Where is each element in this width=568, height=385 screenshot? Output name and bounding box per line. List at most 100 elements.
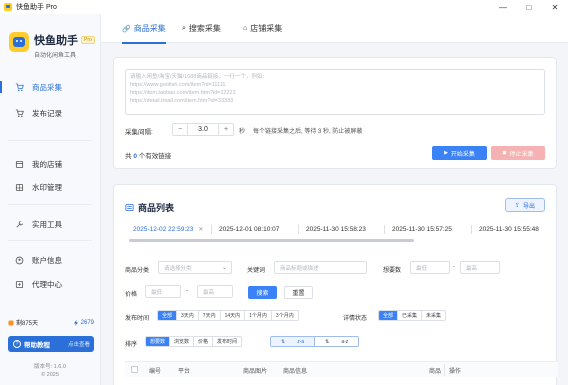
close-icon[interactable]: ✕ — [198, 226, 203, 233]
link-count-value: 0 — [133, 153, 137, 160]
column-header: 操作 — [449, 369, 462, 375]
title-bar: 快鱼助手 Pro — □ ✕ — [0, 0, 568, 14]
price-max-input[interactable]: 最高 — [197, 285, 233, 298]
price-min-input[interactable]: 最低 — [145, 285, 181, 298]
detail-option[interactable]: 未采集 — [422, 311, 445, 320]
order-asc-button[interactable]: ⇅ a-z — [315, 337, 359, 346]
start-collect-button[interactable]: ▶ 开始采集 — [432, 146, 487, 160]
nav-divider — [8, 204, 92, 205]
link-count: 共 0 个有效链接 — [125, 153, 172, 160]
sidebar-item-publish[interactable]: 发布记录 — [0, 106, 100, 120]
sort-option[interactable]: 浏览数 — [170, 337, 195, 346]
reset-button[interactable]: 重置 — [284, 286, 313, 299]
detail-option[interactable]: 已采集 — [398, 311, 423, 320]
tab-search-collect[interactable]: ⌕ 搜索采集 — [182, 14, 221, 43]
sidebar-item-tools[interactable]: 实用工具 — [0, 217, 100, 231]
product-list-card: 商品列表 ⇪ 导出 2025-12-02 22:59:23 ✕ 2025-12-0… — [113, 184, 558, 385]
tools-icon — [15, 220, 24, 229]
maximize-button[interactable]: □ — [516, 0, 542, 14]
select-all-checkbox[interactable] — [131, 366, 138, 373]
close-button[interactable]: ✕ — [542, 0, 568, 14]
sidebar-item-shop[interactable]: 我的店铺 — [0, 157, 100, 171]
help-label: 帮助教程 — [24, 342, 50, 349]
increment-button[interactable]: + — [219, 124, 233, 135]
want-max-input[interactable]: 最高 — [460, 261, 500, 274]
proxy-icon — [15, 280, 24, 289]
store-icon: ⌂ — [243, 25, 248, 32]
date-tab[interactable]: 2025-11-30 15:55:48 — [471, 221, 539, 237]
sort-option[interactable]: 价格 — [194, 337, 214, 346]
time-option[interactable]: 14天内 — [221, 311, 246, 320]
cart-icon — [15, 108, 24, 118]
column-header: 商品图片 — [243, 369, 268, 375]
tab-shop-collect[interactable]: ⌂ 店铺采集 — [243, 14, 282, 43]
search-icon: ⌕ — [182, 24, 186, 32]
date-tab[interactable]: 2025-11-30 15:57:25 — [384, 221, 452, 237]
category-select[interactable]: 请选择分类 ⌄ — [158, 261, 232, 274]
fish-logo-icon — [9, 32, 29, 52]
keyword-label: 关键词 — [247, 268, 266, 274]
question-icon: ? — [13, 340, 21, 348]
time-label: 发布时间 — [125, 316, 150, 322]
time-option[interactable]: 7天内 — [199, 311, 221, 320]
date-scrollbar[interactable] — [125, 239, 558, 242]
sort-option[interactable]: 发布时间 — [213, 337, 241, 346]
decrement-button[interactable]: − — [173, 124, 187, 135]
stop-icon: ◼ — [502, 150, 507, 156]
sidebar-item-collect[interactable]: 商品采集 — [0, 80, 100, 94]
version-text: 版本号: 1.6.0 — [34, 364, 66, 370]
detail-option[interactable]: 全部 — [379, 311, 399, 320]
order-toggle: ⇅ z-a ⇅ a-z — [270, 336, 360, 347]
export-button[interactable]: ⇪ 导出 — [505, 198, 545, 212]
date-tab[interactable]: 2025-12-02 22:59:23 ✕ — [125, 221, 203, 237]
brand-subtitle: 自动化闲鱼工具 — [34, 53, 77, 59]
sidebar-item-label: 实用工具 — [32, 219, 62, 229]
price-label: 价格 — [125, 292, 138, 298]
category-label: 商品分类 — [125, 268, 150, 274]
time-option[interactable]: 全部 — [158, 311, 178, 320]
date-tab[interactable]: 2025-11-30 15:58:23 — [298, 221, 366, 237]
link-icon: 🔗 — [122, 25, 131, 33]
image-icon — [15, 183, 24, 192]
interval-unit: 秒 — [239, 129, 246, 135]
sidebar-item-account[interactable]: 账户信息 — [0, 253, 100, 267]
sidebar-item-label: 账户信息 — [32, 255, 62, 265]
want-min-input[interactable]: 最低 — [410, 261, 450, 274]
keyword-input[interactable]: 商品标题或描述 — [274, 261, 367, 274]
list-icon — [125, 203, 134, 212]
points-count: 2679 — [80, 319, 94, 326]
tab-product-collect[interactable]: 🔗 商品采集 — [122, 14, 166, 44]
minimize-button[interactable]: — — [490, 0, 516, 14]
detail-label: 详情状态 — [343, 316, 368, 322]
window-title: 快鱼助手 Pro — [16, 4, 57, 11]
sort-icon: ⇅ — [325, 338, 330, 345]
sidebar-item-proxy[interactable]: 代理中心 — [0, 277, 100, 291]
sort-option[interactable]: 想要数 — [146, 337, 171, 346]
sidebar-item-label: 水印管理 — [32, 182, 62, 192]
app-logo-icon — [4, 3, 12, 11]
sidebar-item-watermark[interactable]: 水印管理 — [0, 180, 100, 194]
search-button[interactable]: 搜索 — [248, 286, 277, 299]
time-option[interactable]: 1个月内 — [245, 311, 272, 320]
date-tab[interactable]: 2025-12-01 08:10:07 — [211, 221, 279, 237]
chevron-down-icon: ⌄ — [221, 265, 227, 271]
sidebar-item-label: 我的店铺 — [32, 159, 62, 169]
column-header: 编号 — [149, 369, 162, 375]
pro-badge: Pro — [81, 36, 95, 44]
brand: 快鱼助手 Pro 自动化闲鱼工具 — [9, 32, 95, 59]
sort-label: 排序 — [125, 342, 138, 348]
help-tutorial-button[interactable]: ? 帮助教程 点击查看 — [8, 336, 94, 352]
time-option[interactable]: 3天内 — [177, 311, 199, 320]
stop-collect-button[interactable]: ◼ 停止采集 — [491, 146, 545, 160]
window-controls: — □ ✕ — [490, 0, 568, 14]
help-sub: 点击查看 — [67, 342, 90, 348]
sort-icon: ⇅ — [281, 338, 286, 345]
interval-stepper[interactable]: − 3.0 + — [172, 123, 234, 136]
column-header: 商品 — [429, 369, 442, 375]
order-desc-button[interactable]: ⇅ z-a — [271, 337, 316, 346]
nav-divider — [8, 240, 92, 241]
url-input[interactable]: 请输入闲鱼/淘宝/天猫/1688商品链接，一行一个，例如: https://ww… — [125, 69, 545, 115]
interval-value[interactable]: 3.0 — [187, 124, 219, 135]
column-header: 平台 — [178, 369, 191, 375]
time-option[interactable]: 3个月内 — [272, 311, 298, 320]
